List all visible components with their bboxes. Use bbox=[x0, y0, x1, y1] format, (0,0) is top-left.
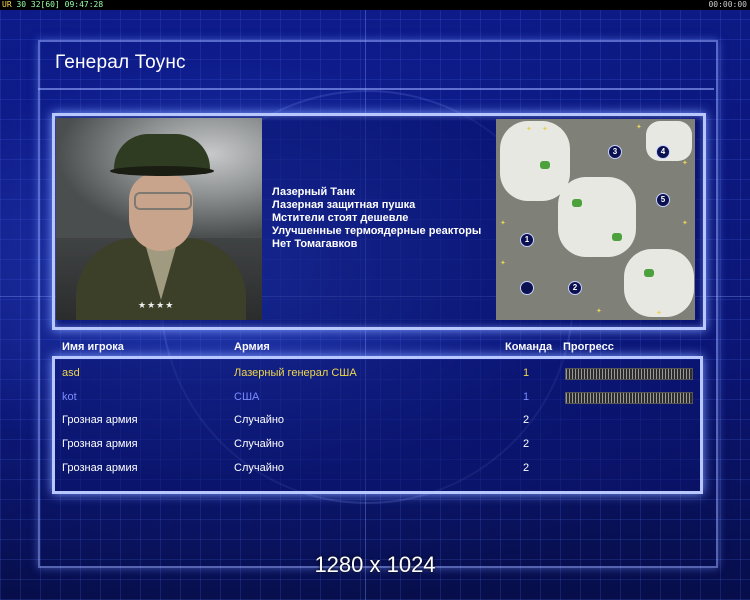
player-row: Грозная армия Случайно 2 bbox=[0, 462, 750, 478]
loading-progress-bar bbox=[565, 392, 693, 404]
feature-item: Мстители стоят дешевле bbox=[272, 212, 409, 224]
feature-item: Лазерный Танк bbox=[272, 186, 355, 198]
loading-progress-bar bbox=[565, 368, 693, 380]
player-row: kot США 1 bbox=[0, 391, 750, 407]
player-row: Грозная армия Случайно 2 bbox=[0, 438, 750, 454]
page-title: Генерал Тоунс bbox=[55, 52, 186, 73]
fps-readout: UR 30 32[60] 09:47:28 bbox=[2, 0, 103, 10]
start-position-2[interactable]: 2 bbox=[568, 281, 582, 295]
start-position-6[interactable] bbox=[520, 281, 534, 295]
supply-icon: ✦ bbox=[682, 220, 688, 227]
supply-icon: ✦ bbox=[596, 308, 602, 315]
column-header-player: Имя игрока bbox=[62, 341, 124, 353]
player-name: asd bbox=[62, 367, 80, 379]
tree-icon bbox=[644, 269, 654, 277]
minimap: ✦ ✦ ✦ ✦ ✦ ✦ ✦ ✦ ✦ 3 4 5 1 2 bbox=[496, 119, 695, 320]
fps-values: 30 32[60] bbox=[16, 0, 60, 9]
tree-icon bbox=[572, 199, 582, 207]
fps-prefix: UR bbox=[2, 0, 12, 9]
column-header-progress: Прогресс bbox=[563, 341, 614, 353]
status-bar: UR 30 32[60] 09:47:28 00:00:00 bbox=[0, 0, 750, 10]
feature-item: Улучшенные термоядерные реакторы bbox=[272, 225, 482, 237]
game-timer: 00:00:00 bbox=[708, 0, 747, 9]
start-position-3[interactable]: 3 bbox=[608, 145, 622, 159]
start-position-4[interactable]: 4 bbox=[656, 145, 670, 159]
start-position-1[interactable]: 1 bbox=[520, 233, 534, 247]
column-header-team: Команда bbox=[505, 341, 553, 353]
snow-field bbox=[500, 121, 570, 201]
player-army: Лазерный генерал США bbox=[234, 367, 357, 379]
title-divider bbox=[38, 88, 714, 90]
snow-field bbox=[558, 177, 636, 257]
player-army: США bbox=[234, 391, 260, 403]
clock: 09:47:28 bbox=[64, 0, 104, 9]
snow-field bbox=[624, 249, 694, 317]
feature-item: Лазерная защитная пушка bbox=[272, 199, 416, 211]
feature-item: Нет Томагавков bbox=[272, 238, 358, 250]
player-army: Случайно bbox=[234, 438, 285, 450]
player-row: asd Лазерный генерал США 1 bbox=[0, 367, 750, 383]
supply-icon: ✦ bbox=[542, 126, 548, 133]
supply-icon: ✦ bbox=[636, 124, 642, 131]
supply-icon: ✦ bbox=[682, 160, 688, 167]
resolution-label: 1280 x 1024 bbox=[314, 552, 436, 577]
player-name: kot bbox=[62, 391, 77, 403]
player-team: 1 bbox=[522, 367, 530, 379]
player-team: 2 bbox=[522, 462, 530, 474]
player-army: Случайно bbox=[234, 462, 285, 474]
player-name: Грозная армия bbox=[62, 438, 138, 450]
player-army: Случайно bbox=[234, 414, 285, 426]
player-team: 2 bbox=[522, 438, 530, 450]
supply-icon: ✦ bbox=[500, 220, 506, 227]
player-name: Грозная армия bbox=[62, 414, 138, 426]
supply-icon: ✦ bbox=[500, 260, 506, 267]
player-team: 2 bbox=[522, 414, 530, 426]
player-name: Грозная армия bbox=[62, 462, 138, 474]
column-header-army: Армия bbox=[234, 341, 270, 353]
tree-icon bbox=[612, 233, 622, 241]
general-features-list: Лазерный Танк Лазерная защитная пушка Мс… bbox=[272, 186, 481, 251]
general-portrait: ★★★★ bbox=[56, 118, 262, 320]
supply-icon: ✦ bbox=[656, 310, 662, 317]
tree-icon bbox=[540, 161, 550, 169]
player-row: Грозная армия Случайно 2 bbox=[0, 414, 750, 430]
player-team: 1 bbox=[522, 391, 530, 403]
supply-icon: ✦ bbox=[526, 126, 532, 133]
start-position-5[interactable]: 5 bbox=[656, 193, 670, 207]
